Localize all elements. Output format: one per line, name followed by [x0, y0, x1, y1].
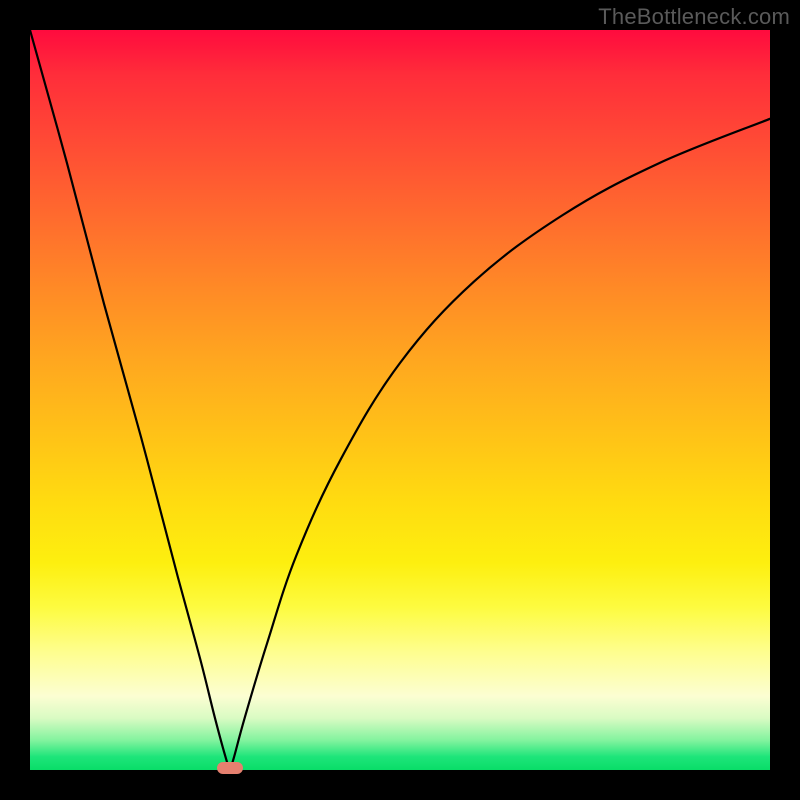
minimum-marker	[217, 762, 243, 774]
bottleneck-curve	[30, 30, 770, 770]
plot-area	[30, 30, 770, 770]
watermark-text: TheBottleneck.com	[598, 4, 790, 30]
chart-frame: TheBottleneck.com	[0, 0, 800, 800]
